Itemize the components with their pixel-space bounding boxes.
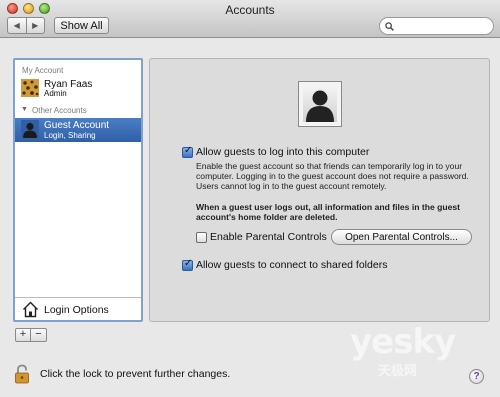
yesky-watermark: yesky 天极网: [350, 322, 476, 378]
search-icon: [385, 21, 394, 31]
back-button[interactable]: ◀: [8, 18, 27, 33]
guest-warning: When a guest user logs out, all informat…: [196, 202, 461, 222]
open-parental-controls-button[interactable]: Open Parental Controls...: [331, 229, 472, 245]
account-name: Guest Account: [44, 120, 110, 131]
my-account-header: My Account: [22, 66, 64, 75]
house-icon: [23, 301, 38, 318]
account-picture[interactable]: [298, 81, 342, 127]
shared-folders-checkbox[interactable]: [182, 258, 193, 271]
disclosure-triangle-icon[interactable]: ▼: [21, 106, 28, 113]
list-controls: + −: [15, 328, 47, 342]
guest-silhouette-icon: [21, 120, 39, 138]
leopard-avatar-icon: [21, 79, 39, 97]
account-row-guest-account[interactable]: Guest Account Login, Sharing: [15, 118, 141, 142]
remove-account-button[interactable]: −: [31, 329, 46, 341]
account-row-ryan-faas[interactable]: Ryan Faas Admin: [15, 78, 141, 100]
window-titlebar: Accounts ◀ ▶ Show All: [0, 0, 500, 38]
allow-guest-login-checkbox[interactable]: [182, 145, 193, 158]
accounts-list[interactable]: My Account Ryan Faas Admin ▼ Other Accou…: [13, 58, 143, 322]
guest-description: Enable the guest account so that friends…: [196, 161, 469, 191]
login-options-item[interactable]: Login Options: [15, 298, 141, 322]
shared-folders-label: Allow guests to connect to shared folder…: [196, 259, 388, 271]
navigation-buttons: ◀ ▶: [7, 17, 45, 34]
allow-guest-login-label: Allow guests to log into this computer: [196, 146, 370, 158]
forward-button[interactable]: ▶: [27, 18, 45, 33]
login-options-label: Login Options: [44, 304, 109, 316]
lock-icon[interactable]: [14, 364, 30, 384]
account-role: Admin: [44, 89, 67, 98]
watermark-logo: yesky: [350, 322, 456, 362]
parental-controls-checkbox[interactable]: [196, 232, 207, 243]
watermark-subtext: 天极网: [378, 363, 418, 378]
lock-message: Click the lock to prevent further change…: [40, 368, 231, 380]
other-accounts-header: Other Accounts: [32, 106, 87, 115]
add-account-button[interactable]: +: [16, 329, 31, 341]
search-input[interactable]: [397, 20, 487, 32]
account-role: Login, Sharing: [44, 131, 96, 140]
show-all-button[interactable]: Show All: [54, 17, 109, 34]
search-field[interactable]: [379, 17, 494, 35]
account-settings-panel: Allow guests to log into this computer E…: [149, 58, 490, 322]
guest-silhouette-icon: [306, 90, 334, 122]
window-title: Accounts: [225, 3, 275, 17]
parental-controls-label: Enable Parental Controls: [210, 231, 327, 243]
